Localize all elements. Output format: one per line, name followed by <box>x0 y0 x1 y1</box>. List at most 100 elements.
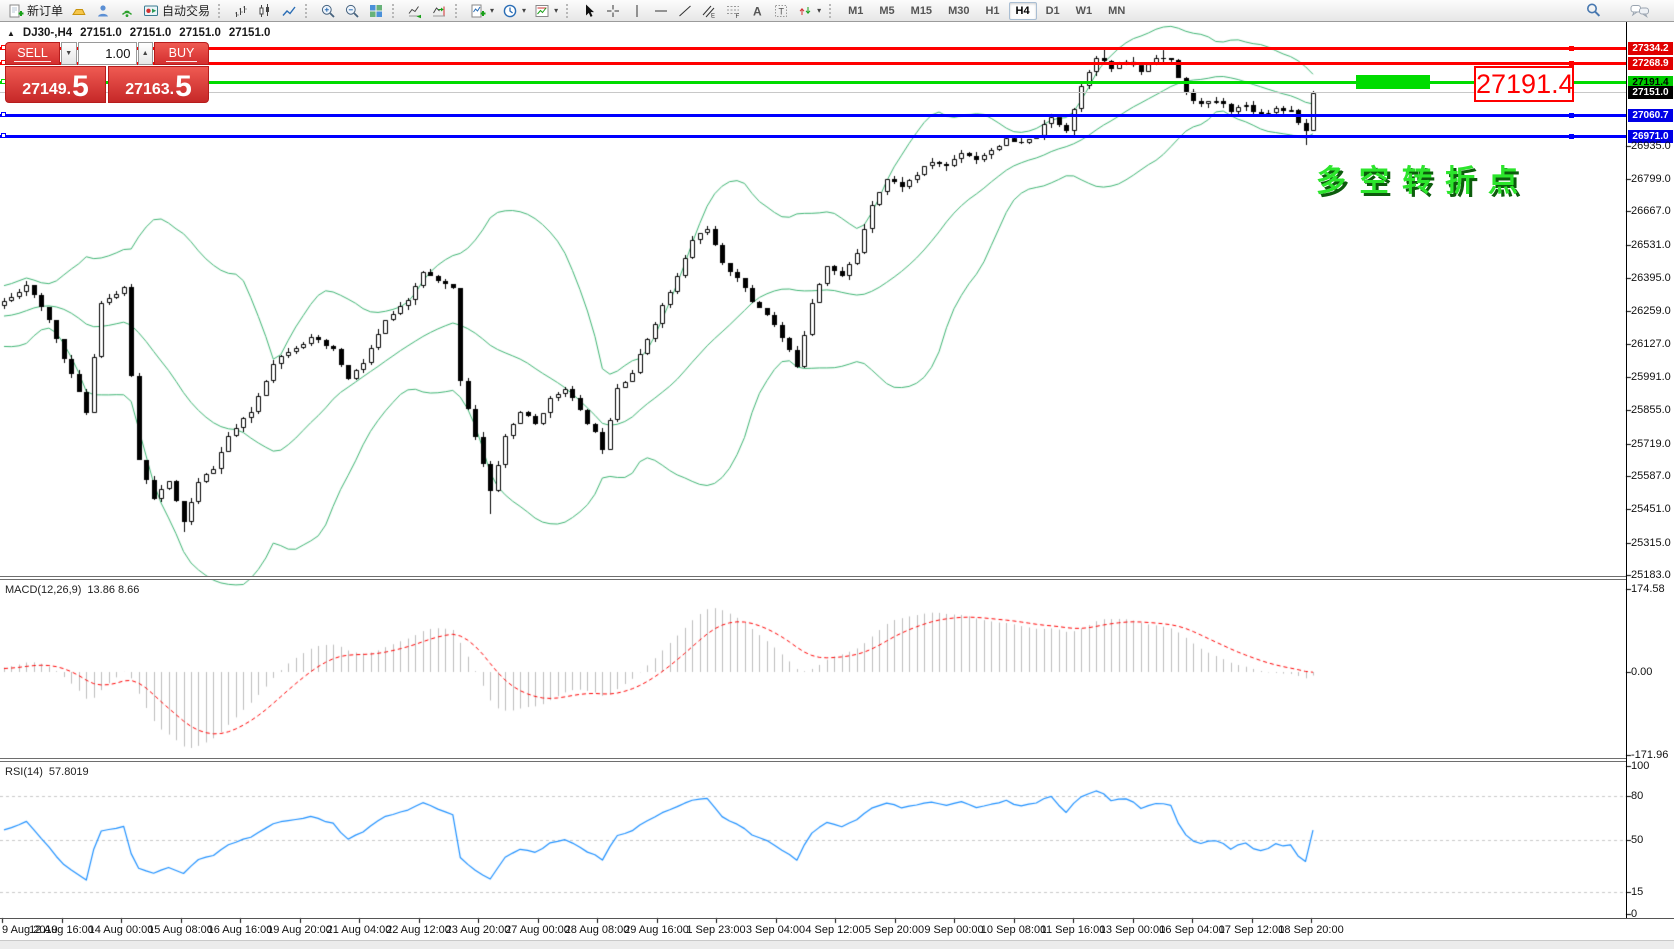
volume-input[interactable] <box>78 42 137 65</box>
rsi-axis-tick: 100 <box>1631 760 1649 772</box>
candlestick-chart-button[interactable] <box>253 1 277 21</box>
toolbar-grip <box>218 4 225 18</box>
bar-chart-button[interactable] <box>229 1 253 21</box>
time-axis-label: 10 Sep 08:00 <box>981 924 1046 936</box>
price-axis-tick: 25991.0 <box>1631 371 1671 383</box>
sell-price[interactable]: 27149. 5 <box>5 66 106 103</box>
price-annotation-box[interactable]: 27191.4 <box>1474 66 1574 102</box>
highlight-rectangle[interactable] <box>1356 75 1430 89</box>
svg-text:E: E <box>711 13 715 19</box>
gold-button[interactable] <box>67 1 91 21</box>
zoom-out-button[interactable] <box>340 1 364 21</box>
indicators-button[interactable]: ▾ <box>466 1 498 21</box>
new-order-icon <box>8 3 24 19</box>
ohlc-open: 27151.0 <box>80 27 122 39</box>
sell-button[interactable]: SELL <box>5 42 60 65</box>
search-icon <box>1585 2 1602 19</box>
ohlc-low: 27151.0 <box>179 27 221 39</box>
rsi-name: RSI(14) <box>5 766 43 778</box>
line-handle[interactable] <box>1 133 6 138</box>
sell-label: SELL <box>14 46 51 62</box>
macd-label: MACD(12,26,9) 13.86 8.66 <box>5 584 139 596</box>
time-axis-label: 9 Sep 00:00 <box>924 924 983 936</box>
support-line-1[interactable] <box>0 114 1626 117</box>
timeframe-W1[interactable]: W1 <box>1069 2 1100 20</box>
zoom-in-button[interactable] <box>316 1 340 21</box>
chat-button[interactable] <box>1626 1 1654 21</box>
time-axis-label: 23 Aug 20:00 <box>446 924 511 936</box>
crosshair-icon <box>605 3 621 19</box>
time-axis-label: 21 Aug 04:00 <box>327 924 392 936</box>
arrows-tool-button[interactable]: ▾ <box>793 1 825 21</box>
time-axis-label: 15 Aug 08:00 <box>148 924 213 936</box>
turning-point-annotation[interactable]: 多空转折点 <box>1316 156 1531 200</box>
cursor-tool-button[interactable] <box>577 1 601 21</box>
timeframe-H4[interactable]: H4 <box>1009 2 1037 20</box>
periods-button[interactable]: ▾ <box>498 1 530 21</box>
arrows-icon <box>797 3 813 19</box>
text-label-tool-button[interactable]: T <box>769 1 793 21</box>
timeframe-M5[interactable]: M5 <box>872 2 901 20</box>
panel-toggle-icon[interactable]: ▲ <box>7 29 15 38</box>
line-chart-button[interactable] <box>277 1 301 21</box>
equidistant-channel-tool-button[interactable]: E <box>697 1 721 21</box>
current-price-line[interactable] <box>0 92 1626 93</box>
panel-separator[interactable] <box>0 576 1626 580</box>
price-axis-tick: 25451.0 <box>1631 503 1671 515</box>
time-axis-label: 12 Aug 16:00 <box>29 924 94 936</box>
auto-scroll-icon <box>407 3 423 19</box>
horizontal-line-tool-button[interactable] <box>649 1 673 21</box>
horizontal-line-icon <box>653 3 669 19</box>
text-tool-button[interactable]: A <box>745 1 769 21</box>
timeframe-H1[interactable]: H1 <box>978 2 1006 20</box>
clock-icon <box>502 3 518 19</box>
templates-button[interactable]: ▾ <box>530 1 562 21</box>
buy-button[interactable]: BUY <box>154 42 209 65</box>
vertical-line-tool-button[interactable] <box>625 1 649 21</box>
search-button[interactable] <box>1581 1 1606 21</box>
line-handle[interactable] <box>1 112 6 117</box>
timeframe-MN[interactable]: MN <box>1101 2 1132 20</box>
dropdown-caret-icon: ▾ <box>522 6 526 15</box>
trendline-tool-button[interactable] <box>673 1 697 21</box>
time-axis-separator <box>0 918 1674 919</box>
line-anchor <box>1569 46 1574 51</box>
timeframe-M1[interactable]: M1 <box>841 2 870 20</box>
top-toolbar: 新订单 自动交易 <box>0 0 1674 22</box>
time-axis-label: 3 Sep 04:00 <box>746 924 805 936</box>
panel-separator[interactable] <box>0 758 1626 762</box>
community-button[interactable] <box>91 1 115 21</box>
chart-shift-button[interactable] <box>427 1 451 21</box>
chart-canvas[interactable] <box>0 0 1674 949</box>
crosshair-tool-button[interactable] <box>601 1 625 21</box>
price-axis-tick: 26799.0 <box>1631 173 1671 185</box>
autotrading-button[interactable]: 自动交易 <box>139 1 214 21</box>
timeframe-M15[interactable]: M15 <box>904 2 939 20</box>
new-order-button[interactable]: 新订单 <box>4 1 67 21</box>
timeframe-D1[interactable]: D1 <box>1039 2 1067 20</box>
zoom-in-icon <box>320 3 336 19</box>
macd-axis-tick: 174.58 <box>1631 583 1665 595</box>
zoom-out-icon <box>344 3 360 19</box>
trendline-icon <box>677 3 693 19</box>
toolbar-grip <box>566 4 573 18</box>
chart-symbol-period: DJ30-,H4 <box>23 27 72 39</box>
line-anchor <box>1569 134 1574 139</box>
buy-price[interactable]: 27163. 5 <box>108 66 209 103</box>
rsi-axis-tick: 15 <box>1631 886 1643 898</box>
volume-increase-button[interactable]: ▲ <box>138 42 154 65</box>
tile-windows-button[interactable] <box>364 1 388 21</box>
resistance-line-1[interactable] <box>0 47 1626 50</box>
volume-decrease-button[interactable]: ▼ <box>61 42 77 65</box>
fibonacci-tool-button[interactable]: F <box>721 1 745 21</box>
axis-separator <box>1626 22 1627 918</box>
signals-icon <box>119 3 135 19</box>
auto-scroll-button[interactable] <box>403 1 427 21</box>
new-order-label: 新订单 <box>27 2 63 19</box>
tile-windows-icon <box>368 3 384 19</box>
timeframe-M30[interactable]: M30 <box>941 2 976 20</box>
support-line-2[interactable] <box>0 135 1626 138</box>
signals-button[interactable] <box>115 1 139 21</box>
resistance-line-2[interactable] <box>0 62 1626 65</box>
equidistant-channel-icon: E <box>701 3 717 19</box>
